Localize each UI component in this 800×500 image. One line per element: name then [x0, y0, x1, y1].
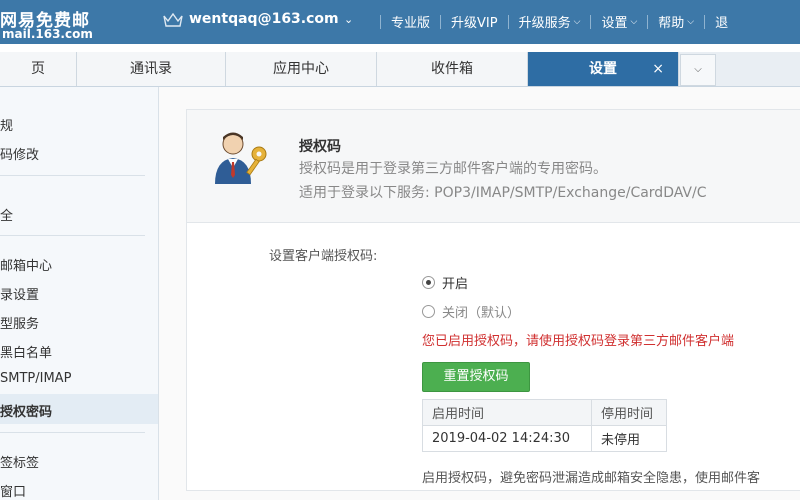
sidebar-item-window[interactable]: 窗口: [0, 481, 26, 500]
chevron-down-icon[interactable]: ⌵: [574, 17, 581, 27]
table-header-row: 启用时间 停用时间: [422, 399, 667, 426]
auth-code-title: 授权码: [299, 139, 341, 155]
tab-bar: 页 通讯录 应用中心 收件箱 设置 × ⌵: [0, 52, 800, 87]
tab-label: 通讯录: [130, 61, 172, 77]
nav-settings[interactable]: 设置: [601, 12, 627, 31]
radio-disable[interactable]: 关闭（默认）: [422, 302, 520, 321]
security-note: 启用授权码，避免密码泄漏造成邮箱安全隐患，使用邮件客: [422, 471, 761, 486]
sidebar-item-blacklist[interactable]: 黑白名单: [0, 342, 52, 361]
sidebar-divider: [0, 432, 145, 433]
sidebar-item-auth-code[interactable]: 授权密码: [0, 401, 52, 420]
tab-inbox[interactable]: 收件箱: [377, 52, 528, 86]
divider: [590, 14, 592, 29]
radio-enable-label: 开启: [442, 277, 469, 292]
setting-label: 设置客户端授权码:: [269, 249, 378, 264]
nav-pro[interactable]: 专业版: [391, 12, 430, 31]
auth-code-header: 授权码 授权码是用于登录第三方邮件客户端的专用密码。 适用于登录以下服务: PO…: [187, 110, 800, 223]
top-header: 网易免费邮 mail.163.com wentqaq@163.com ⌄ 专业版…: [0, 0, 800, 44]
auth-code-history-table: 启用时间 停用时间 2019-04-02 14:24:30 未停用: [422, 399, 667, 452]
radio-button-checked[interactable]: [422, 276, 435, 289]
radio-disable-label: 关闭（默认）: [442, 306, 521, 321]
tab-contacts[interactable]: 通讯录: [77, 52, 226, 86]
disabled-time-value: 未停用: [591, 425, 667, 452]
sidebar-divider: [0, 175, 145, 176]
account-email[interactable]: wentqaq@163.com: [189, 11, 339, 27]
tab-app-center[interactable]: 应用中心: [226, 52, 377, 86]
logo-domain[interactable]: mail.163.com: [2, 27, 93, 41]
radio-button[interactable]: [422, 305, 435, 318]
divider: [704, 14, 706, 29]
settings-sidebar: 规 码修改 全 邮箱中心 录设置 型服务 黑白名单 SMTP/IMAP 授权密码…: [0, 87, 159, 500]
column-disabled-time: 停用时间: [591, 399, 667, 426]
auth-code-services: 适用于登录以下服务: POP3/IMAP/SMTP/Exchange/CardD…: [299, 185, 707, 201]
sidebar-item-mailbox-center[interactable]: 邮箱中心: [0, 255, 52, 274]
sidebar-item-password-change[interactable]: 码修改: [0, 144, 39, 163]
sidebar-divider: [0, 235, 145, 236]
column-enabled-time: 启用时间: [422, 399, 592, 426]
tab-label: 页: [31, 61, 45, 77]
nav-help[interactable]: 帮助: [658, 12, 684, 31]
main-content: 授权码 授权码是用于登录第三方邮件客户端的专用密码。 适用于登录以下服务: PO…: [159, 87, 800, 500]
enabled-time-value: 2019-04-02 14:24:30: [422, 425, 592, 452]
crown-icon: [163, 13, 183, 27]
chevron-down-icon[interactable]: ⌵: [687, 17, 694, 27]
chevron-down-icon[interactable]: ⌄: [344, 13, 353, 26]
close-icon[interactable]: ×: [652, 52, 664, 86]
nav-upgrade-service[interactable]: 升级服务: [519, 12, 571, 31]
sidebar-item-login-settings[interactable]: 录设置: [0, 284, 39, 303]
status-hint: 您已启用授权码，请使用授权码登录第三方邮件客户端: [422, 334, 735, 349]
chevron-down-icon[interactable]: ⌵: [630, 17, 637, 27]
radio-enable[interactable]: 开启: [422, 273, 468, 292]
user-key-icon: [215, 132, 267, 184]
sidebar-item-rules[interactable]: 规: [0, 115, 13, 134]
auth-code-panel: 授权码 授权码是用于登录第三方邮件客户端的专用密码。 适用于登录以下服务: PO…: [186, 109, 800, 491]
tab-home[interactable]: 页: [0, 52, 77, 86]
chevron-down-icon: ⌵: [694, 64, 702, 75]
nav-upgrade-vip[interactable]: 升级VIP: [451, 12, 498, 31]
divider: [647, 14, 649, 29]
sidebar-item-signature[interactable]: 签标签: [0, 452, 39, 471]
nav-logout[interactable]: 退: [715, 12, 728, 31]
tab-label: 应用中心: [273, 61, 329, 77]
reset-auth-code-button[interactable]: 重置授权码: [422, 362, 530, 392]
tab-settings[interactable]: 设置 ×: [528, 52, 679, 86]
tab-more-button[interactable]: ⌵: [680, 54, 716, 86]
sidebar-item-services[interactable]: 型服务: [0, 313, 39, 332]
tab-label: 收件箱: [431, 61, 473, 77]
divider: [507, 14, 509, 29]
table-row: 2019-04-02 14:24:30 未停用: [422, 425, 667, 452]
divider: [440, 14, 442, 29]
sidebar-item-smtp-imap[interactable]: SMTP/IMAP: [0, 371, 71, 386]
tab-label: 设置: [589, 61, 617, 77]
sidebar-section-security: 全: [0, 209, 14, 224]
auth-code-description: 授权码是用于登录第三方邮件客户端的专用密码。: [299, 161, 607, 177]
top-nav: 专业版 升级VIP 升级服务 ⌵ 设置 ⌵ 帮助 ⌵ 退: [370, 12, 728, 31]
divider: [380, 14, 381, 29]
